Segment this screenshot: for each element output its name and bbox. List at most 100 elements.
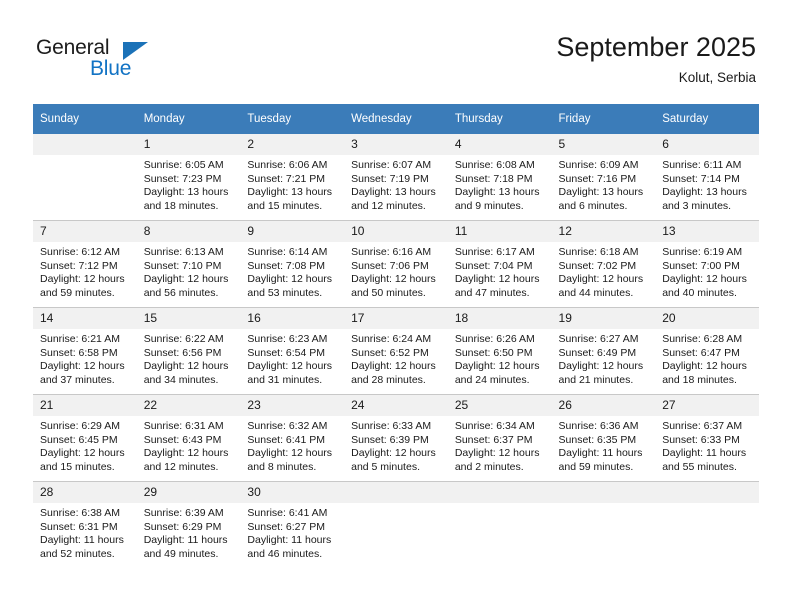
day-number: 30	[240, 482, 345, 503]
calendar-day-cell[interactable]: 6 Sunrise: 6:11 AM Sunset: 7:14 PM Daylight…	[655, 134, 759, 221]
sunrise-text: Sunrise: 6:26 AM	[454, 333, 535, 345]
calendar-day-cell[interactable]: 20 Sunrise: 6:28 AM Sunset: 6:47 PM Dayligh…	[655, 307, 759, 395]
day-details: Sunrise: 6:19 AM Sunset: 7:00 PM Daylight:…	[655, 242, 759, 300]
daylight-text-line1: Daylight: 11 hours	[247, 534, 332, 547]
calendar-day-cell[interactable]: 25 Sunrise: 6:34 AM Sunset: 6:37 PM Dayligh…	[447, 394, 552, 482]
calendar-day-cell[interactable]: 8 Sunrise: 6:13 AM Sunset: 7:10 PM Daylight…	[136, 220, 241, 308]
sunset-text: Sunset: 6:29 PM	[143, 520, 222, 533]
daylight-text-line2: and 34 minutes.	[143, 373, 219, 386]
sunset-text: Sunset: 7:12 PM	[40, 259, 118, 272]
sunrise-text: Sunrise: 6:13 AM	[143, 246, 224, 258]
day-details: Sunrise: 6:13 AM Sunset: 7:10 PM Daylight:…	[137, 242, 241, 300]
sunrise-text: Sunrise: 6:11 AM	[662, 159, 742, 171]
weekday-header-row: Sunday Monday Tuesday Wednesday Thursday…	[33, 104, 759, 134]
daylight-text-line2: and 24 minutes.	[454, 373, 530, 386]
calendar-day-cell[interactable]: 19 Sunrise: 6:27 AM Sunset: 6:49 PM Dayligh…	[551, 307, 656, 395]
daylight-text-line2: and 18 minutes.	[662, 373, 737, 386]
calendar-day-cell[interactable]: 16 Sunrise: 6:23 AM Sunset: 6:54 PM Dayligh…	[240, 307, 345, 395]
calendar-week-row: 7 Sunrise: 6:12 AM Sunset: 7:12 PM Daylight…	[33, 220, 759, 308]
calendar-day-cell[interactable]: 15 Sunrise: 6:22 AM Sunset: 6:56 PM Dayligh…	[136, 307, 241, 395]
page-header: General Blue September 2025 Kolut, Serbi…	[0, 0, 792, 104]
daylight-text-line2: and 49 minutes.	[143, 547, 219, 560]
daylight-text-line1: Daylight: 11 hours	[143, 534, 228, 547]
calendar-day-cell[interactable]: 30 Sunrise: 6:41 AM Sunset: 6:27 PM Dayligh…	[240, 481, 345, 568]
day-details: Sunrise: 6:11 AM Sunset: 7:14 PM Daylight:…	[655, 155, 759, 213]
calendar-day-cell[interactable]: 11 Sunrise: 6:17 AM Sunset: 7:04 PM Dayligh…	[447, 220, 552, 308]
calendar-day-cell[interactable]: 10 Sunrise: 6:16 AM Sunset: 7:06 PM Dayligh…	[344, 220, 448, 308]
daylight-text-line1: Daylight: 12 hours	[454, 447, 540, 460]
daylight-text-line1: Daylight: 12 hours	[662, 273, 747, 286]
sunset-text: Sunset: 6:41 PM	[247, 433, 326, 446]
calendar-day-cell[interactable]: 24 Sunrise: 6:33 AM Sunset: 6:39 PM Dayligh…	[344, 394, 448, 482]
day-number: 16	[240, 308, 345, 329]
daylight-text-line2: and 56 minutes.	[143, 286, 219, 299]
day-number: 5	[551, 134, 656, 155]
sunrise-text: Sunrise: 6:39 AM	[143, 507, 224, 519]
calendar-day-cell[interactable]: 28 Sunrise: 6:38 AM Sunset: 6:31 PM Dayligh…	[33, 481, 137, 568]
daylight-text-line1: Daylight: 12 hours	[143, 360, 229, 373]
day-number: 14	[33, 308, 137, 329]
daylight-text-line2: and 59 minutes.	[558, 460, 634, 473]
calendar-day-cell[interactable]: 17 Sunrise: 6:24 AM Sunset: 6:52 PM Dayligh…	[344, 307, 448, 395]
calendar-page: General Blue September 2025 Kolut, Serbi…	[0, 0, 792, 612]
calendar-day-cell[interactable]: 5 Sunrise: 6:09 AM Sunset: 7:16 PM Daylight…	[551, 134, 656, 221]
calendar-week-row: 1 Sunrise: 6:05 AM Sunset: 7:23 PM Daylight…	[33, 134, 759, 221]
day-number: 24	[344, 395, 448, 416]
calendar-day-cell[interactable]: 22 Sunrise: 6:31 AM Sunset: 6:43 PM Dayligh…	[136, 394, 241, 482]
daylight-text-line1: Daylight: 13 hours	[247, 186, 333, 199]
daylight-text-line2: and 40 minutes.	[662, 286, 737, 299]
day-details: Sunrise: 6:08 AM Sunset: 7:18 PM Daylight:…	[448, 155, 552, 213]
calendar-day-cell[interactable]: 23 Sunrise: 6:32 AM Sunset: 6:41 PM Dayligh…	[240, 394, 345, 482]
calendar-day-cell[interactable]: 1 Sunrise: 6:05 AM Sunset: 7:23 PM Daylight…	[136, 134, 241, 221]
calendar-day-cell[interactable]: 18 Sunrise: 6:26 AM Sunset: 6:50 PM Dayligh…	[447, 307, 552, 395]
day-details: Sunrise: 6:05 AM Sunset: 7:23 PM Daylight:…	[137, 155, 241, 213]
sunset-text: Sunset: 7:18 PM	[454, 172, 533, 185]
calendar-day-cell[interactable]: 7 Sunrise: 6:12 AM Sunset: 7:12 PM Daylight…	[33, 220, 137, 308]
daylight-text-line1: Daylight: 12 hours	[351, 447, 436, 460]
day-number: 7	[33, 221, 137, 242]
sunset-text: Sunset: 6:45 PM	[40, 433, 118, 446]
sunrise-text: Sunrise: 6:36 AM	[558, 420, 639, 432]
sunset-text: Sunset: 6:37 PM	[454, 433, 533, 446]
daylight-text-line1: Daylight: 12 hours	[247, 447, 333, 460]
day-number: 17	[344, 308, 448, 329]
weekday-header-thursday: Thursday	[447, 104, 552, 134]
sunrise-text: Sunrise: 6:17 AM	[454, 246, 535, 258]
calendar-day-cell[interactable]: 2 Sunrise: 6:06 AM Sunset: 7:21 PM Daylight…	[240, 134, 345, 221]
calendar-day-cell[interactable]: 14 Sunrise: 6:21 AM Sunset: 6:58 PM Dayligh…	[33, 307, 137, 395]
calendar-day-cell[interactable]: 12 Sunrise: 6:18 AM Sunset: 7:02 PM Dayligh…	[551, 220, 656, 308]
day-number: 12	[551, 221, 656, 242]
calendar-day-cell-empty	[655, 481, 759, 568]
sunset-text: Sunset: 7:10 PM	[143, 259, 222, 272]
daylight-text-line2: and 18 minutes.	[143, 199, 219, 212]
calendar-day-cell[interactable]: 4 Sunrise: 6:08 AM Sunset: 7:18 PM Daylight…	[447, 134, 552, 221]
weekday-header-monday: Monday	[136, 104, 241, 134]
sunset-text: Sunset: 6:47 PM	[662, 346, 740, 359]
daylight-text-line1: Daylight: 13 hours	[662, 186, 747, 199]
day-details: Sunrise: 6:39 AM Sunset: 6:29 PM Daylight:…	[137, 503, 241, 561]
daylight-text-line1: Daylight: 12 hours	[558, 273, 644, 286]
calendar-day-cell[interactable]: 3 Sunrise: 6:07 AM Sunset: 7:19 PM Daylight…	[344, 134, 448, 221]
sunrise-text: Sunrise: 6:19 AM	[662, 246, 743, 258]
daylight-text-line1: Daylight: 12 hours	[351, 360, 436, 373]
daylight-text-line2: and 5 minutes.	[351, 460, 420, 473]
day-details: Sunrise: 6:28 AM Sunset: 6:47 PM Daylight:…	[655, 329, 759, 387]
brand-name-blue: Blue	[90, 57, 132, 80]
day-number: 2	[240, 134, 345, 155]
calendar-day-cell[interactable]: 9 Sunrise: 6:14 AM Sunset: 7:08 PM Daylight…	[240, 220, 345, 308]
calendar-day-cell[interactable]: 29 Sunrise: 6:39 AM Sunset: 6:29 PM Dayligh…	[136, 481, 241, 568]
day-details: Sunrise: 6:38 AM Sunset: 6:31 PM Daylight:…	[33, 503, 137, 561]
daylight-text-line2: and 15 minutes.	[40, 460, 115, 473]
day-details: Sunrise: 6:17 AM Sunset: 7:04 PM Daylight:…	[448, 242, 552, 300]
calendar-day-cell[interactable]: 27 Sunrise: 6:37 AM Sunset: 6:33 PM Dayligh…	[655, 394, 759, 482]
sunset-text: Sunset: 6:54 PM	[247, 346, 326, 359]
sunset-text: Sunset: 6:49 PM	[558, 346, 637, 359]
calendar-day-cell[interactable]: 26 Sunrise: 6:36 AM Sunset: 6:35 PM Dayligh…	[551, 394, 656, 482]
calendar-day-cell[interactable]: 21 Sunrise: 6:29 AM Sunset: 6:45 PM Dayligh…	[33, 394, 137, 482]
brand-logo[interactable]: General Blue	[36, 36, 186, 86]
calendar-day-cell[interactable]: 13 Sunrise: 6:19 AM Sunset: 7:00 PM Dayligh…	[655, 220, 759, 308]
sunrise-text: Sunrise: 6:34 AM	[454, 420, 535, 432]
daylight-text-line2: and 50 minutes.	[351, 286, 426, 299]
sunrise-text: Sunrise: 6:16 AM	[351, 246, 432, 258]
daylight-text-line2: and 12 minutes.	[143, 460, 219, 473]
